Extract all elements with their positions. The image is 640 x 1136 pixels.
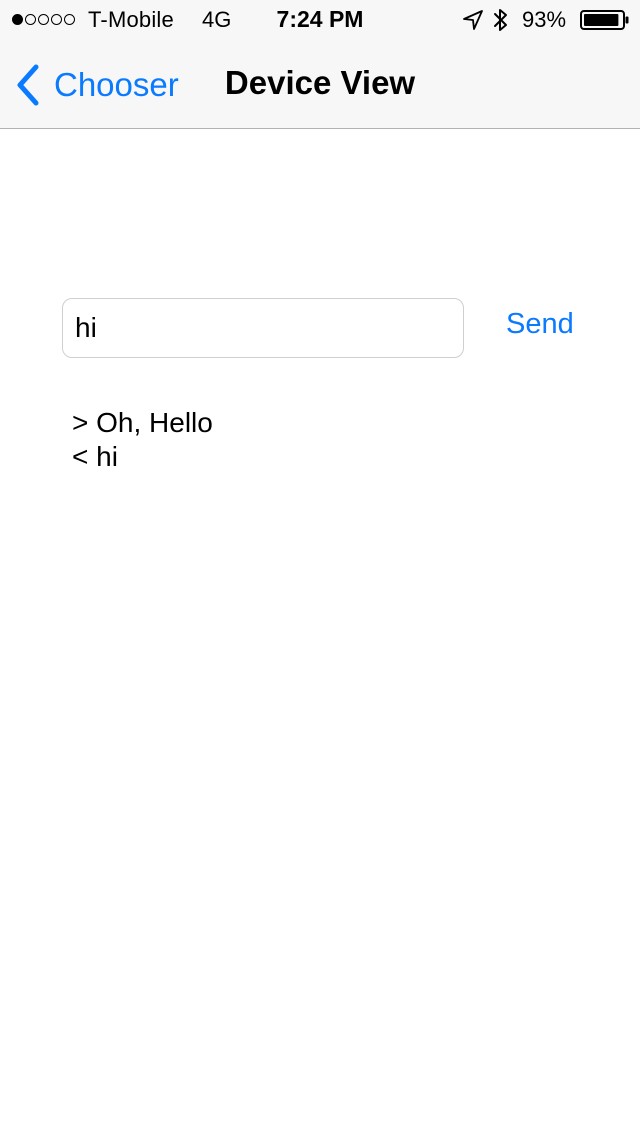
message-log: > Oh, Hello < hi xyxy=(72,406,213,474)
battery-percent: 93% xyxy=(522,7,567,32)
send-button[interactable]: Send xyxy=(506,308,574,341)
battery-icon xyxy=(580,10,629,30)
log-line: < hi xyxy=(72,441,118,472)
log-line: > Oh, Hello xyxy=(72,407,213,438)
device-view-screen: T-Mobile 4G 7:24 PM 93% Chooser Device V… xyxy=(0,0,640,1136)
navigation-bar: Chooser Device View xyxy=(0,40,640,129)
status-bar: T-Mobile 4G 7:24 PM 93% xyxy=(0,0,640,40)
message-input[interactable] xyxy=(62,298,464,358)
page-title: Device View xyxy=(224,64,416,101)
location-arrow-icon xyxy=(463,10,483,30)
bluetooth-icon xyxy=(494,9,507,31)
